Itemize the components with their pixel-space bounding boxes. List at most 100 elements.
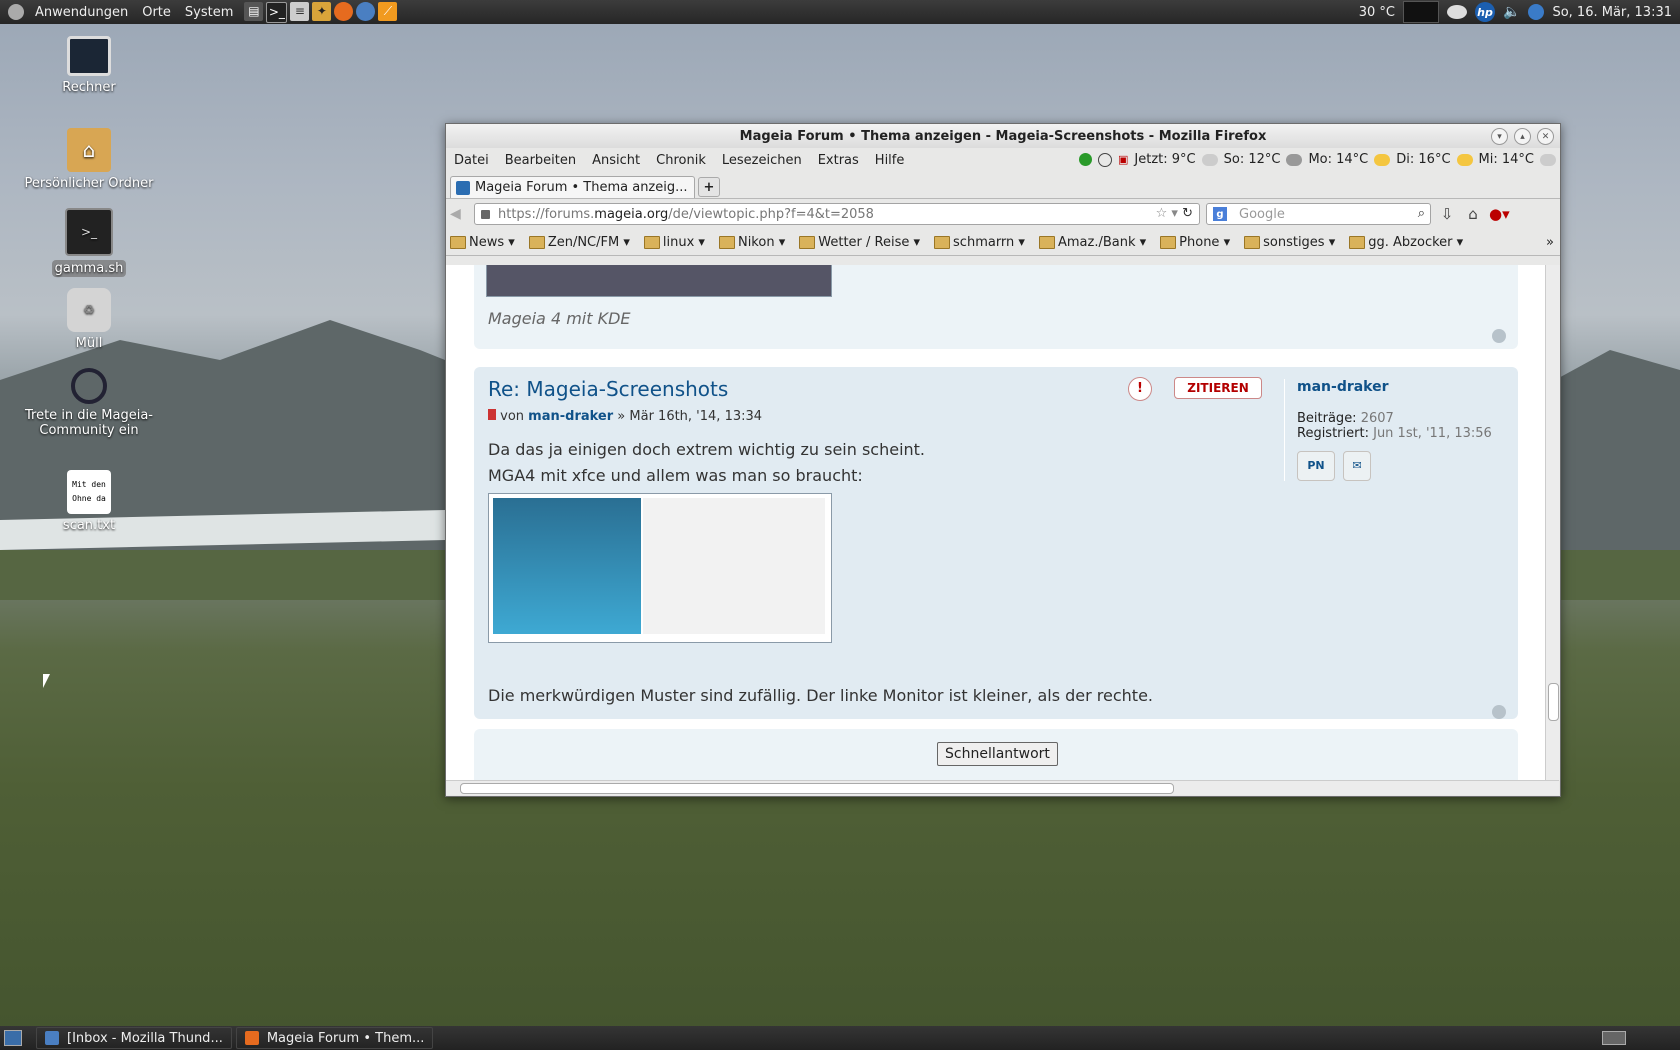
vertical-scroll-thumb[interactable] bbox=[1548, 683, 1559, 721]
bookmark-folder-abzocker[interactable]: gg. Abzocker ▾ bbox=[1349, 235, 1463, 250]
show-desktop-icon[interactable] bbox=[4, 1030, 22, 1046]
horizontal-scroll-thumb[interactable] bbox=[460, 783, 1174, 794]
back-button[interactable]: ◀ bbox=[450, 206, 468, 222]
url-dropdown-icon[interactable]: ▾ bbox=[1171, 206, 1178, 221]
menu-anwendungen[interactable]: Anwendungen bbox=[28, 5, 135, 20]
tab-bar: Mageia Forum • Thema anzeig... + bbox=[446, 172, 1560, 198]
url-host: mageia.org bbox=[594, 206, 669, 222]
folder-icon bbox=[450, 235, 466, 249]
new-tab-button[interactable]: + bbox=[698, 177, 720, 197]
desktop-icon-gamma[interactable]: >_ gamma.sh bbox=[19, 208, 159, 277]
bookmark-star-icon[interactable]: ☆ bbox=[1156, 206, 1168, 221]
post-body-line: Da das ja einigen doch extrem wichtig zu… bbox=[488, 440, 926, 459]
bookmark-folder-wetter[interactable]: Wetter / Reise ▾ bbox=[799, 235, 920, 250]
app-icon[interactable]: ⟋ bbox=[378, 1, 398, 21]
thunderbird-icon[interactable] bbox=[356, 1, 376, 21]
bookmarks-overflow-button[interactable]: » bbox=[1546, 235, 1554, 250]
update-icon[interactable] bbox=[1528, 4, 1545, 20]
menu-chronik[interactable]: Chronik bbox=[656, 153, 706, 168]
tab-mageia-forum[interactable]: Mageia Forum • Thema anzeig... bbox=[450, 176, 695, 198]
menu-bearbeiten[interactable]: Bearbeiten bbox=[505, 153, 576, 168]
addon-icon[interactable]: ●▾ bbox=[1489, 205, 1510, 223]
hp-printer-icon[interactable]: hp bbox=[1475, 2, 1496, 22]
bookmark-folder-amaz[interactable]: Amaz./Bank ▾ bbox=[1038, 235, 1146, 250]
image-icon[interactable]: ✦ bbox=[312, 1, 332, 21]
menu-system[interactable]: System bbox=[178, 5, 240, 20]
vertical-scrollbar[interactable] bbox=[1545, 265, 1560, 780]
post-body-line: MGA4 mit xfce und allem was man so brauc… bbox=[488, 466, 863, 485]
back-to-top-icon[interactable] bbox=[1492, 329, 1506, 343]
reload-icon[interactable]: ↻ bbox=[1182, 206, 1193, 221]
menu-lesezeichen[interactable]: Lesezeichen bbox=[722, 153, 802, 168]
editor-icon[interactable]: ≡ bbox=[290, 1, 310, 21]
profile-username[interactable]: man-draker bbox=[1297, 379, 1527, 395]
taskbar-firefox[interactable]: Mageia Forum • Them... bbox=[235, 1027, 434, 1049]
menu-datei[interactable]: Datei bbox=[454, 153, 489, 168]
post-title[interactable]: Re: Mageia-Screenshots bbox=[488, 377, 728, 401]
desktop-icon-scan[interactable]: Mit den Ohne da scan.txt bbox=[19, 470, 159, 533]
bookmark-folder-linux[interactable]: linux ▾ bbox=[643, 235, 705, 250]
status-green-icon[interactable] bbox=[1078, 153, 1092, 166]
menu-ansicht[interactable]: Ansicht bbox=[592, 153, 640, 168]
bookmarks-toolbar: News ▾ Zen/NC/FM ▾ linux ▾ Nikon ▾ Wette… bbox=[446, 229, 1560, 256]
menu-extras[interactable]: Extras bbox=[818, 153, 859, 168]
menu-orte[interactable]: Orte bbox=[135, 5, 178, 20]
bookmark-folder-schmarrn[interactable]: schmarrn ▾ bbox=[934, 235, 1025, 250]
google-icon[interactable]: g bbox=[1213, 207, 1227, 221]
monitor-icon[interactable]: >_ bbox=[266, 1, 288, 23]
url-bar[interactable]: https://forums. mageia.org/de/viewtopic.p… bbox=[474, 203, 1200, 225]
network-icon[interactable] bbox=[1447, 5, 1468, 19]
search-bar[interactable]: g Google ⌕ bbox=[1206, 203, 1431, 225]
desktop-icon-trash[interactable]: ♻ Müll bbox=[19, 288, 159, 351]
screenshot-right-browser bbox=[643, 498, 825, 634]
desktop-icon-home[interactable]: ⌂ Persönlicher Ordner bbox=[19, 128, 159, 191]
menu-hilfe[interactable]: Hilfe bbox=[875, 153, 905, 168]
bookmark-folder-sonstiges[interactable]: sonstiges ▾ bbox=[1244, 235, 1335, 250]
workspace-switcher[interactable] bbox=[1602, 1031, 1626, 1045]
report-button[interactable]: ! bbox=[1128, 377, 1152, 401]
desktop-icon-rechner[interactable]: Rechner bbox=[19, 36, 159, 95]
navigation-toolbar: ◀ https://forums. mageia.org/de/viewtopic… bbox=[446, 198, 1560, 229]
mageia-logo-icon[interactable] bbox=[8, 4, 24, 20]
back-to-top-icon[interactable] bbox=[1492, 705, 1506, 719]
weather-sun[interactable]: So: 12°C bbox=[1224, 152, 1281, 167]
firefox-icon[interactable] bbox=[334, 1, 354, 21]
maximize-button[interactable]: ▴ bbox=[1514, 128, 1531, 145]
calendar-icon[interactable]: ▣ bbox=[1118, 153, 1128, 166]
bookmark-folder-zen[interactable]: Zen/NC/FM ▾ bbox=[528, 235, 630, 250]
system-tray: 30 °C hp 🔈 So, 16. Mär, 13:31 bbox=[1359, 0, 1672, 24]
window-titlebar[interactable]: Mageia Forum • Thema anzeigen - Mageia-S… bbox=[446, 124, 1560, 148]
taskbar-thunderbird[interactable]: [Inbox - Mozilla Thund... bbox=[36, 1027, 232, 1049]
terminal-icon[interactable]: ▤ bbox=[244, 1, 264, 21]
horizontal-scrollbar[interactable] bbox=[446, 780, 1559, 795]
pm-button[interactable]: PN bbox=[1297, 451, 1335, 481]
close-button[interactable]: ✕ bbox=[1537, 128, 1554, 145]
weather-tue[interactable]: Di: 16°C bbox=[1396, 152, 1450, 167]
quote-button[interactable]: ZITIEREN bbox=[1174, 377, 1262, 399]
clock-icon[interactable] bbox=[1097, 152, 1112, 167]
desktop-icon-mageia[interactable]: Trete in die Mageia-Community ein bbox=[19, 368, 159, 438]
screenshot-image[interactable] bbox=[488, 493, 832, 643]
email-icon[interactable]: ✉ bbox=[1343, 451, 1372, 481]
quick-reply-panel: Schnellantwort bbox=[474, 729, 1518, 780]
screenshot-thumbnail[interactable] bbox=[486, 265, 832, 297]
clock[interactable]: So, 16. Mär, 13:31 bbox=[1552, 5, 1672, 20]
bookmark-folder-news[interactable]: News ▾ bbox=[450, 235, 515, 250]
weather-wed[interactable]: Mi: 14°C bbox=[1479, 152, 1534, 167]
bookmark-folder-phone[interactable]: Phone ▾ bbox=[1160, 235, 1230, 250]
volume-icon[interactable]: 🔈 bbox=[1503, 4, 1520, 20]
folder-icon bbox=[1244, 235, 1261, 249]
download-icon[interactable]: ⇩ bbox=[1437, 205, 1457, 223]
weather-mon[interactable]: Mo: 14°C bbox=[1308, 152, 1368, 167]
window-title: Mageia Forum • Thema anzeigen - Mageia-S… bbox=[739, 128, 1267, 144]
bookmark-folder-nikon[interactable]: Nikon ▾ bbox=[718, 235, 785, 250]
desktop-icon-label: scan.txt bbox=[62, 518, 116, 533]
search-icon[interactable]: ⌕ bbox=[1418, 206, 1425, 221]
minimize-button[interactable]: ▾ bbox=[1491, 128, 1508, 145]
home-icon[interactable]: ⌂ bbox=[1463, 205, 1483, 223]
profile-posts: Beiträge: 2607 bbox=[1297, 411, 1394, 426]
post-author-link[interactable]: man-draker bbox=[528, 409, 613, 424]
folder-icon bbox=[718, 235, 735, 249]
weather-now[interactable]: Jetzt: 9°C bbox=[1134, 152, 1195, 167]
quick-reply-button[interactable]: Schnellantwort bbox=[937, 742, 1058, 766]
